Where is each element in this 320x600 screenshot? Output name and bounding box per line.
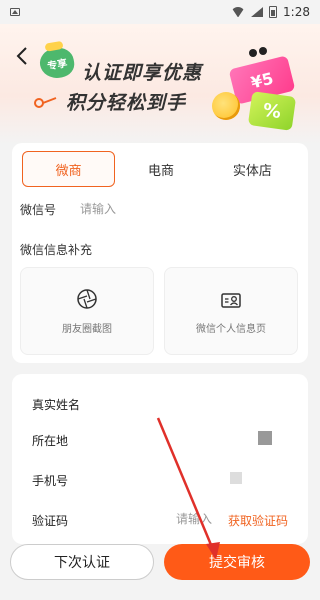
camera-aperture-icon (77, 288, 97, 309)
back-button[interactable] (12, 44, 32, 68)
signal-icon (251, 7, 264, 17)
upload-profile-page[interactable]: 微信个人信息页 (164, 267, 298, 355)
upload-moments-screenshot[interactable]: 朋友圈截图 (20, 267, 154, 355)
phone-row[interactable]: 手机号 (32, 470, 292, 490)
submit-review-button[interactable]: 提交审核 (164, 544, 310, 580)
id-card-icon (221, 292, 241, 308)
get-verification-code-button[interactable]: 获取验证码 (228, 512, 288, 529)
battery-icon (269, 6, 278, 18)
personal-info-card: 真实姓名 所在地 手机号 验证码 获取验证码 (12, 374, 308, 544)
coupon-ticket-text: ¥5 (248, 68, 276, 92)
tab-weishang[interactable]: 微商 (22, 151, 116, 187)
image-notification-icon (10, 8, 20, 16)
status-right: 1:28 (231, 5, 310, 19)
back-arrow-icon (16, 47, 27, 65)
store-type-tabs: 微商 电商 实体店 (22, 151, 298, 187)
real-name-row[interactable]: 真实姓名 (32, 394, 292, 414)
wechat-supplement-title: 微信信息补充 (20, 243, 93, 257)
phone-label: 手机号 (32, 473, 69, 488)
percent-ticket-graphic: % (247, 91, 297, 131)
status-left (10, 8, 20, 16)
status-bar: 1:28 (0, 0, 320, 24)
swoosh-decoration-icon (34, 97, 57, 108)
location-row[interactable]: 所在地 (32, 430, 292, 450)
verify-later-button[interactable]: 下次认证 (10, 544, 154, 580)
coin-graphic (212, 92, 240, 120)
store-info-card: 微商 电商 实体店 微信号 微信信息补充 朋友圈截图 微信个人信息页 (12, 143, 308, 363)
banner-title-line2: 积分轻松到手 (66, 92, 187, 114)
real-name-label: 真实姓名 (32, 397, 81, 412)
wechat-id-label: 微信号 (20, 202, 57, 217)
wifi-icon (231, 7, 245, 17)
tab-physical-store[interactable]: 实体店 (207, 151, 298, 187)
status-time: 1:28 (283, 5, 310, 19)
phone-placeholder-box (230, 472, 242, 484)
location-placeholder-box (258, 431, 272, 445)
percent-ticket-text: % (261, 99, 283, 123)
verification-code-input[interactable] (176, 512, 220, 526)
wechat-id-row: 微信号 (20, 199, 300, 219)
banner-title-line1: 认证即享优惠 (82, 62, 203, 84)
tab-dianshang[interactable]: 电商 (115, 151, 206, 187)
badge-text: 专享 (46, 57, 69, 73)
location-label: 所在地 (32, 433, 69, 448)
wechat-id-input[interactable] (80, 202, 280, 216)
upload-profile-caption: 微信个人信息页 (196, 323, 266, 335)
upload-moments-caption: 朋友圈截图 (62, 323, 112, 335)
verification-code-label: 验证码 (32, 513, 69, 528)
